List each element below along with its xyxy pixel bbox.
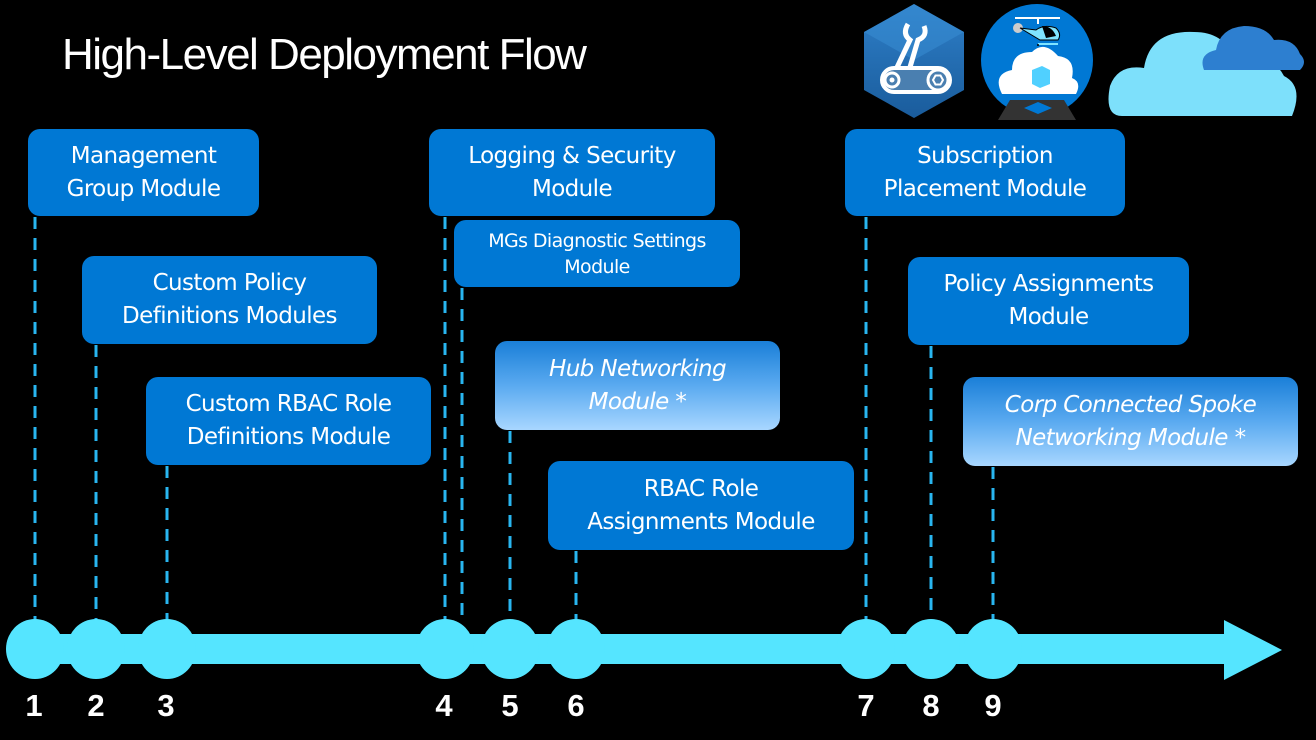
step-box-corp-connected-spoke-networking: Corp Connected Spoke Networking Module * — [963, 377, 1298, 466]
step-box-logging-security: Logging & Security Module — [429, 129, 715, 216]
step-number: 7 — [857, 688, 875, 723]
timeline-node — [6, 619, 64, 679]
step-box-hub-networking: Hub Networking Module * — [495, 341, 780, 430]
step-number: 1 — [25, 688, 43, 723]
step-box-custom-policy-definitions: Custom Policy Definitions Modules — [82, 256, 377, 344]
timeline-node — [902, 619, 960, 679]
step-box-rbac-role-assignments: RBAC Role Assignments Module — [548, 461, 854, 550]
step-number: 2 — [87, 688, 105, 723]
timeline-node — [138, 619, 196, 679]
timeline-node — [67, 619, 125, 679]
timeline-node — [416, 619, 474, 679]
step-number: 9 — [984, 688, 1002, 723]
timeline-node — [837, 619, 895, 679]
step-box-policy-assignments: Policy Assignments Module — [908, 257, 1189, 345]
timeline-node — [547, 619, 605, 679]
step-box-subscription-placement: Subscription Placement Module — [845, 129, 1125, 216]
step-number: 5 — [501, 688, 519, 723]
step-number: 8 — [922, 688, 940, 723]
step-number: 4 — [435, 688, 453, 723]
step-number: 3 — [157, 688, 175, 723]
step-box-management-group: Management Group Module — [28, 129, 259, 216]
step-box-mgs-diagnostic-settings: MGs Diagnostic Settings Module — [454, 220, 740, 287]
step-box-custom-rbac-role-definitions: Custom RBAC Role Definitions Module — [146, 377, 431, 465]
timeline-node — [964, 619, 1022, 679]
timeline-arrowhead — [1224, 620, 1282, 680]
timeline-node — [481, 619, 539, 679]
step-number: 6 — [567, 688, 585, 723]
